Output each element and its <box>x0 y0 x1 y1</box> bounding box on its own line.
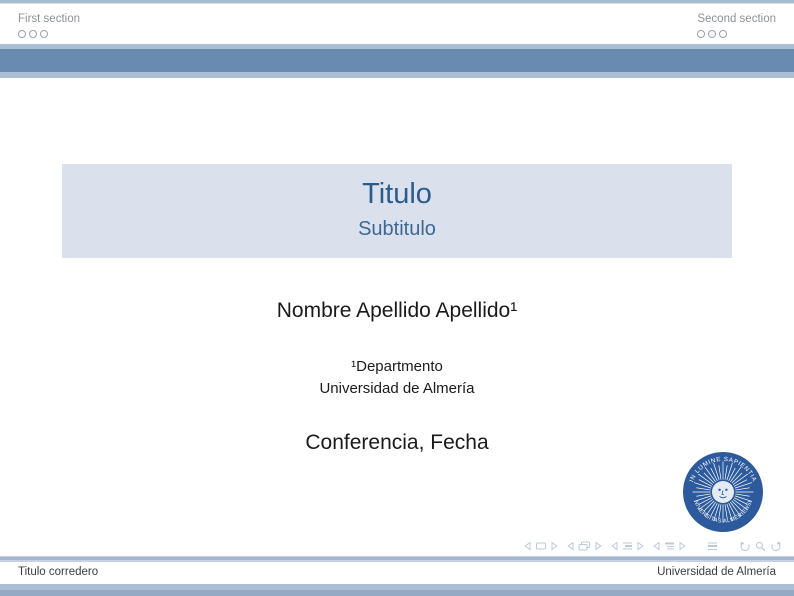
next-section-icon[interactable] <box>679 541 686 551</box>
footline: Titulo corredero Universidad de Almería <box>0 562 794 584</box>
section-nav-group <box>653 541 686 551</box>
conference-date: Conferencia, Fecha <box>0 428 794 458</box>
back-icon[interactable] <box>739 541 751 552</box>
slide-dot-icon[interactable] <box>719 30 727 38</box>
section-label[interactable]: First section <box>18 12 80 26</box>
next-slide-icon[interactable] <box>551 541 558 551</box>
history-nav-group <box>739 541 782 552</box>
slide-icon[interactable] <box>535 541 547 551</box>
slide-progress-dots <box>18 30 80 38</box>
appendix-icon[interactable] <box>707 541 718 552</box>
presentation-title: Titulo <box>62 177 732 211</box>
beamer-navigation-bar <box>524 539 782 553</box>
frame-icon[interactable] <box>578 541 591 552</box>
appendix-nav-group <box>707 541 718 552</box>
slide-nav-group <box>524 541 558 551</box>
frame-nav-group <box>567 541 602 552</box>
slide-dot-icon[interactable] <box>29 30 37 38</box>
next-subsection-icon[interactable] <box>637 541 644 551</box>
author-name: Nombre Apellido Apellido¹ <box>0 296 794 326</box>
section-label[interactable]: Second section <box>697 12 776 26</box>
footer-institution: Universidad de Almería <box>657 566 776 578</box>
subsection-icon[interactable] <box>622 541 633 551</box>
section-navigation-header: First section Second section <box>0 4 794 44</box>
prev-slide-icon[interactable] <box>524 541 531 551</box>
universidad-almeria-seal-logo: IN LUMINE SAPIENTIA VNIVERSITAS ALMERIEN… <box>683 452 763 532</box>
section-link-first[interactable]: First section <box>18 12 80 38</box>
prev-subsection-icon[interactable] <box>611 541 618 551</box>
slide-progress-dots <box>697 30 776 38</box>
institute-department: ¹Departmento <box>0 356 794 378</box>
subsection-nav-group <box>611 541 644 551</box>
find-icon[interactable] <box>755 541 766 552</box>
forward-icon[interactable] <box>770 541 782 552</box>
prev-frame-icon[interactable] <box>567 541 574 551</box>
next-frame-icon[interactable] <box>595 541 602 551</box>
presentation-subtitle: Subtitulo <box>62 216 732 242</box>
title-box: Titulo Subtitulo <box>62 164 732 258</box>
section-icon[interactable] <box>664 541 675 551</box>
footer-short-title: Titulo corredero <box>18 566 98 578</box>
slide-dot-icon[interactable] <box>708 30 716 38</box>
slide-dot-icon[interactable] <box>18 30 26 38</box>
slide-dot-icon[interactable] <box>40 30 48 38</box>
bottom-stripe-dark <box>0 590 794 596</box>
header-stripe-medium <box>0 49 794 72</box>
institute-block: ¹Departmento Universidad de Almería <box>0 356 794 400</box>
prev-section-icon[interactable] <box>653 541 660 551</box>
beamer-title-slide: First section Second section Titulo Subt… <box>0 0 794 596</box>
slide-dot-icon[interactable] <box>697 30 705 38</box>
header-stripe-light-bottom <box>0 72 794 78</box>
section-link-second[interactable]: Second section <box>697 12 776 38</box>
institute-university: Universidad de Almería <box>0 378 794 400</box>
